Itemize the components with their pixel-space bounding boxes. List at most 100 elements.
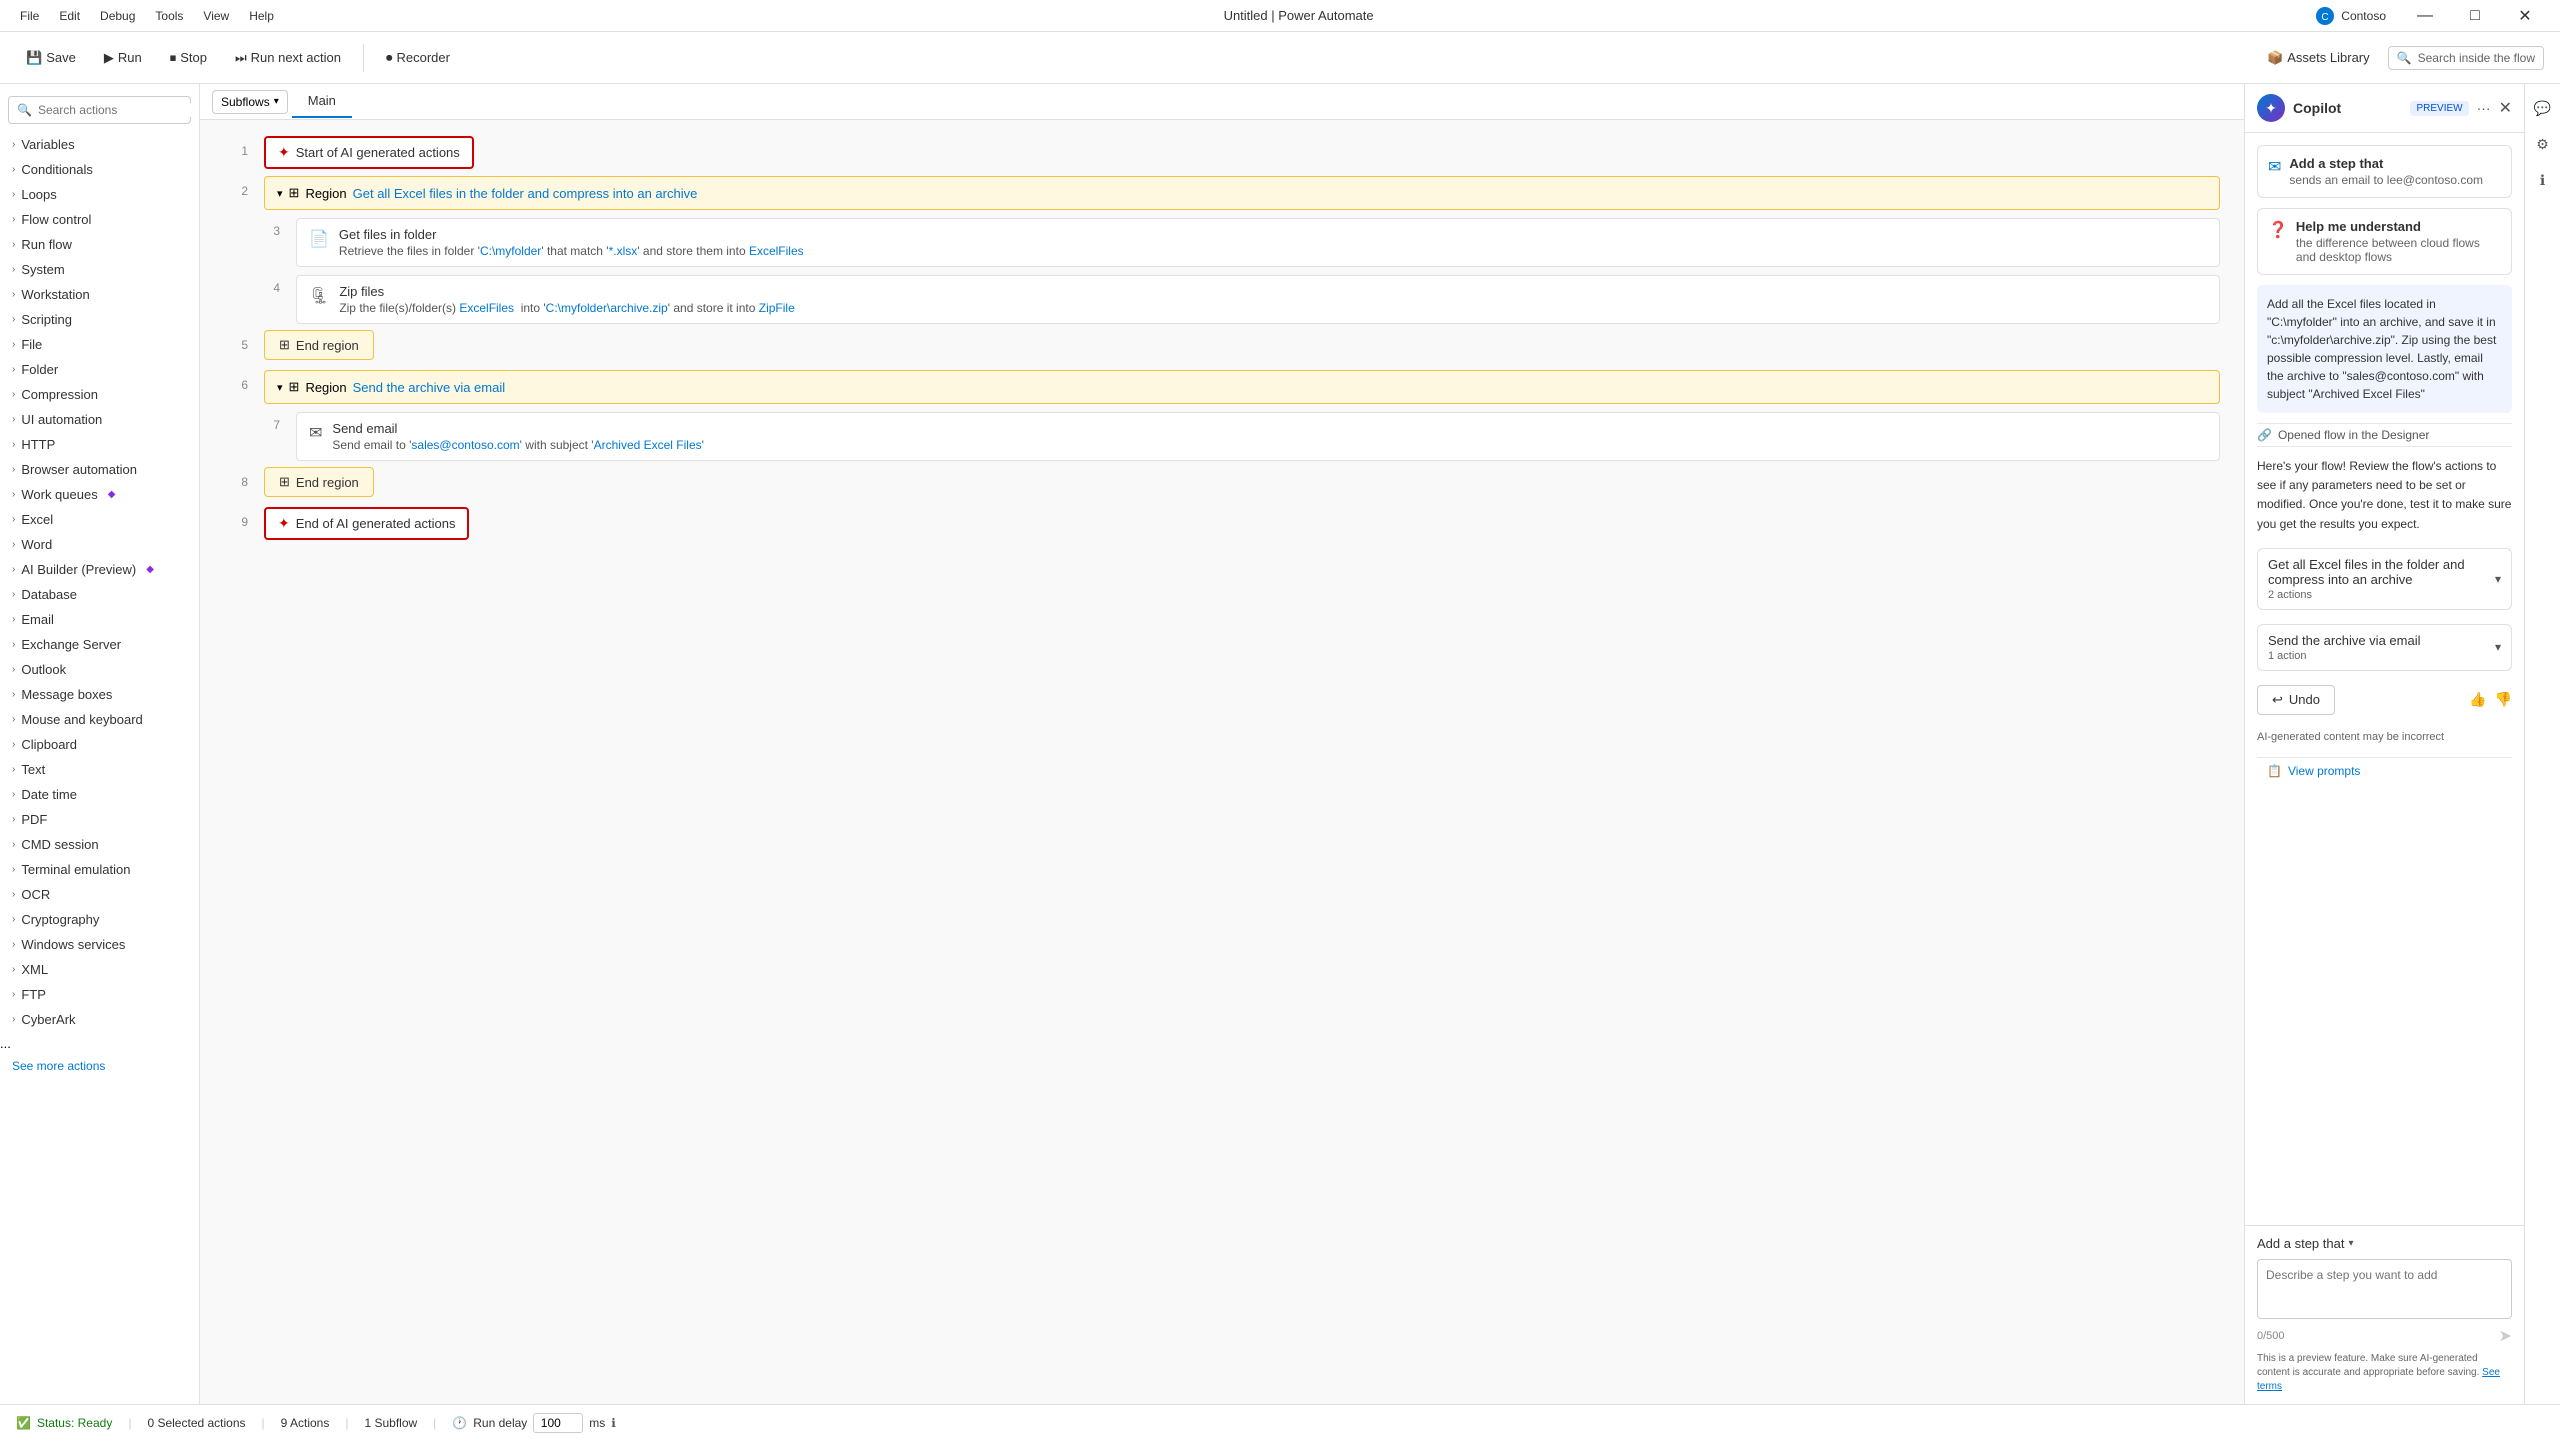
flow-section-email[interactable]: Send the archive via email 1 action ▾ <box>2257 624 2512 671</box>
sidebar-item-folder[interactable]: › Folder <box>0 357 199 382</box>
recorder-button[interactable]: ⏺ Recorder <box>376 44 460 72</box>
menu-help[interactable]: Help <box>241 7 282 25</box>
char-count: 0/500 <box>2257 1330 2285 1342</box>
region-excel-header[interactable]: ▾ ⊞ Region Get all Excel files in the fo… <box>264 176 2220 210</box>
sidebar-item-scripting[interactable]: › Scripting <box>0 307 199 332</box>
sidebar-item-file[interactable]: › File <box>0 332 199 357</box>
send-email-action[interactable]: ✉ Send email Send email to 'sales@contos… <box>296 412 2220 461</box>
menu-view[interactable]: View <box>195 7 237 25</box>
main-tab[interactable]: Main <box>292 85 352 118</box>
minimize-button[interactable]: — <box>2402 0 2448 32</box>
flow-section-excel[interactable]: Get all Excel files in the folder and co… <box>2257 548 2512 610</box>
search-inside-flow[interactable]: 🔍 Search inside the flow <box>2388 46 2544 70</box>
zip-files-action[interactable]: 🗜 Zip files Zip the file(s)/folder(s) Ex… <box>296 275 2220 324</box>
copilot-input-area: Add a step that ▾ 0/500 ➤ This is a prev… <box>2245 1225 2524 1404</box>
chevron-icon: › <box>12 839 15 850</box>
sidebar-item-ai-builder[interactable]: › AI Builder (Preview) ◆ <box>0 557 199 582</box>
thumbs-down-icon[interactable]: 👎 <box>2495 691 2512 708</box>
sidebar-item-conditionals[interactable]: › Conditionals <box>0 157 199 182</box>
sidebar-item-http[interactable]: › HTTP <box>0 432 199 457</box>
chevron-icon: › <box>12 214 15 225</box>
sidebar-item-xml[interactable]: › XML <box>0 957 199 982</box>
copilot-close-button[interactable]: ✕ <box>2499 98 2512 118</box>
sidebar-item-cryptography[interactable]: › Cryptography <box>0 907 199 932</box>
sidebar-item-clipboard[interactable]: › Clipboard <box>0 732 199 757</box>
view-prompts-button[interactable]: 📋 View prompts <box>2257 757 2512 784</box>
sidebar-item-work-queues[interactable]: › Work queues ◆ <box>0 482 199 507</box>
sidebar-item-outlook[interactable]: › Outlook <box>0 657 199 682</box>
assets-library-button[interactable]: 📦 Assets Library <box>2257 44 2380 72</box>
sidebar-item-email[interactable]: › Email <box>0 607 199 632</box>
add-step-dropdown[interactable]: Add a step that ▾ <box>2257 1236 2512 1251</box>
status-check-icon: ✅ <box>16 1416 31 1430</box>
menu-edit[interactable]: Edit <box>51 7 88 25</box>
undo-button[interactable]: ↩ Undo <box>2257 685 2335 715</box>
thumbs-up-icon[interactable]: 👍 <box>2469 691 2486 708</box>
region-email-header[interactable]: ▾ ⊞ Region Send the archive via email <box>264 370 2220 404</box>
sidebar-item-run-flow[interactable]: › Run flow <box>0 232 199 257</box>
status-separator-1: | <box>128 1416 131 1430</box>
undo-label: Undo <box>2289 692 2320 707</box>
sidebar-item-terminal[interactable]: › Terminal emulation <box>0 857 199 882</box>
sidebar-item-loops[interactable]: › Loops <box>0 182 199 207</box>
save-button[interactable]: 💾 Save <box>16 44 86 72</box>
sidebar-search-box[interactable]: 🔍 <box>8 96 191 124</box>
sidebar-item-mouse-keyboard[interactable]: › Mouse and keyboard <box>0 707 199 732</box>
row-number-5: 5 <box>224 330 248 352</box>
delay-value-input[interactable] <box>533 1413 583 1433</box>
menu-file[interactable]: File <box>12 7 47 25</box>
sidebar-item-pdf[interactable]: › PDF <box>0 807 199 832</box>
suggestion-help-understand[interactable]: ❓ Help me understand the difference betw… <box>2257 208 2512 275</box>
menu-debug[interactable]: Debug <box>92 7 143 25</box>
sidebar-item-windows-services[interactable]: › Windows services <box>0 932 199 957</box>
sidebar-item-date-time[interactable]: › Date time <box>0 782 199 807</box>
end-region-2: ⊞ End region <box>264 467 374 497</box>
copilot-panel: ✦ Copilot PREVIEW ··· ✕ ✉ Add a step tha… <box>2244 84 2524 1404</box>
recorder-icon: ⏺ <box>386 50 393 66</box>
file-icon: 📄 <box>309 229 329 249</box>
flow-panel: Subflows ▾ Main 1 ✦ Start of AI generate… <box>200 84 2244 1404</box>
flow-section-excel-chevron: ▾ <box>2495 572 2501 586</box>
side-icon-info[interactable]: ℹ <box>2527 164 2559 196</box>
sidebar-item-ftp[interactable]: › FTP <box>0 982 199 1007</box>
sidebar-item-excel[interactable]: › Excel <box>0 507 199 532</box>
sidebar-item-database[interactable]: › Database <box>0 582 199 607</box>
sidebar-item-exchange-server[interactable]: › Exchange Server <box>0 632 199 657</box>
contoso-label: Contoso <box>2341 9 2386 23</box>
sidebar-item-ocr[interactable]: › OCR <box>0 882 199 907</box>
suggestion-add-step[interactable]: ✉ Add a step that sends an email to lee@… <box>2257 145 2512 198</box>
maximize-button[interactable]: □ <box>2452 0 2498 32</box>
search-inside-label: Search inside the flow <box>2418 51 2535 65</box>
sidebar-item-cmd[interactable]: › CMD session <box>0 832 199 857</box>
action-row-7: 7 ✉ Send email Send email to 'sales@cont… <box>224 410 2220 463</box>
sidebar-item-flow-control[interactable]: › Flow control <box>0 207 199 232</box>
send-button[interactable]: ➤ <box>2499 1326 2512 1346</box>
sidebar-item-compression[interactable]: › Compression <box>0 382 199 407</box>
subflows-button[interactable]: Subflows ▾ <box>212 90 288 114</box>
undo-icon: ↩ <box>2272 692 2283 708</box>
stop-button[interactable]: ⏹ Stop <box>160 44 217 72</box>
search-actions-input[interactable] <box>38 103 193 117</box>
sidebar-item-variables[interactable]: › Variables <box>0 132 199 157</box>
see-more-actions-link[interactable]: See more actions <box>0 1055 199 1077</box>
copilot-more-button[interactable]: ··· <box>2477 100 2491 116</box>
menu-tools[interactable]: Tools <box>147 7 191 25</box>
row-number-4: 4 <box>256 273 280 295</box>
sidebar-item-browser-automation[interactable]: › Browser automation <box>0 457 199 482</box>
copilot-describe-input[interactable] <box>2257 1259 2512 1319</box>
close-button[interactable]: ✕ <box>2502 0 2548 32</box>
sidebar-item-ui-automation[interactable]: › UI automation <box>0 407 199 432</box>
chevron-icon: › <box>12 1014 15 1025</box>
sidebar-item-workstation[interactable]: › Workstation <box>0 282 199 307</box>
run-button[interactable]: ▶ Run <box>94 44 152 72</box>
row-number-2: 2 <box>224 176 248 198</box>
sidebar-item-message-boxes[interactable]: › Message boxes <box>0 682 199 707</box>
get-files-action[interactable]: 📄 Get files in folder Retrieve the files… <box>296 218 2220 267</box>
side-icon-chat[interactable]: 💬 <box>2527 92 2559 124</box>
sidebar-item-cyberark[interactable]: › CyberArk <box>0 1007 199 1032</box>
sidebar-item-text[interactable]: › Text <box>0 757 199 782</box>
side-icon-settings[interactable]: ⚙ <box>2527 128 2559 160</box>
sidebar-item-word[interactable]: › Word <box>0 532 199 557</box>
next-action-button[interactable]: ⏭ Run next action <box>225 44 351 72</box>
sidebar-item-system[interactable]: › System <box>0 257 199 282</box>
